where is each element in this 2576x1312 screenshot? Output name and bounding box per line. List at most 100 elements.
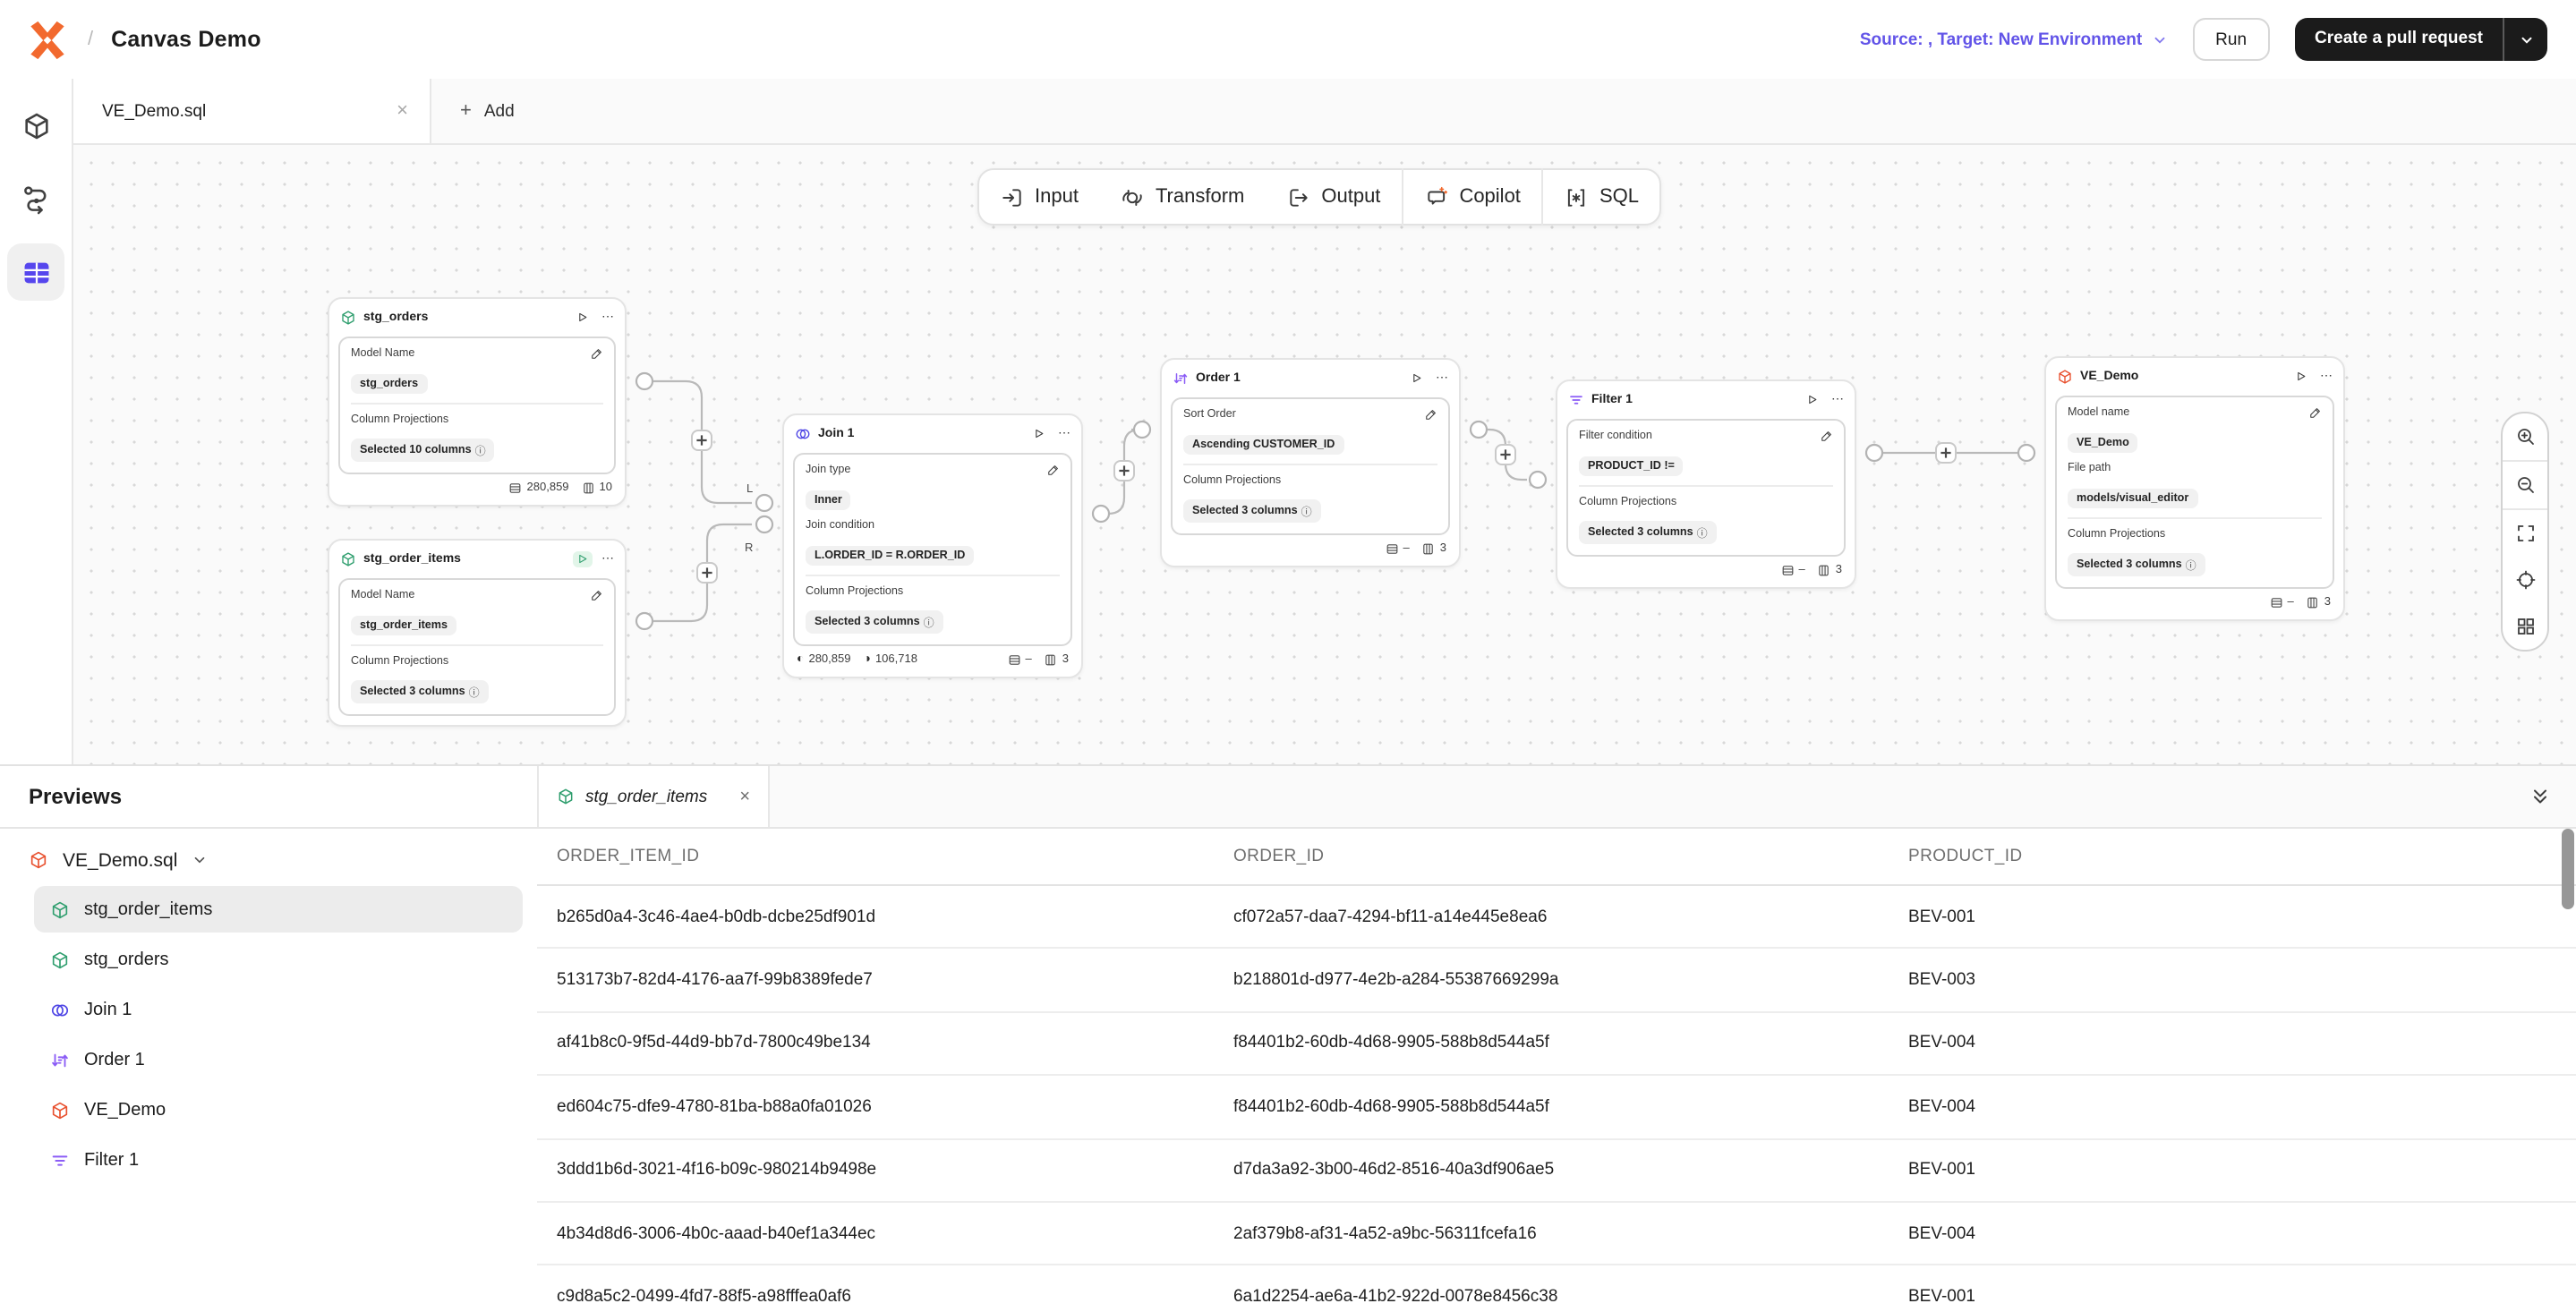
column-projections-pill[interactable]: Selected 3 columnsⓘ [2068, 553, 2205, 576]
column-header[interactable]: ORDER_ITEM_ID [557, 847, 1233, 866]
add-on-edge-button[interactable] [1114, 461, 1134, 481]
port-join-right-in[interactable] [756, 516, 772, 532]
canvas-node-order-1[interactable]: Order 1 ⋯ Sort Order Ascending CUSTOMER_… [1160, 358, 1461, 567]
preview-tab-stg-order-items[interactable]: stg_order_items × [537, 766, 770, 827]
tree-item-order-1[interactable]: Order 1 [34, 1036, 523, 1083]
tree-item-stg-orders[interactable]: stg_orders [34, 936, 523, 983]
table-row[interactable]: b265d0a4-3c46-4ae4-b0db-dcbe25df901d cf0… [537, 886, 2576, 950]
table-row[interactable]: 513173b7-82d4-4176-aa7f-99b8389fede7 b21… [537, 950, 2576, 1013]
node-menu-button[interactable]: ⋯ [2320, 371, 2333, 383]
copilot-button[interactable]: Copilot [1403, 170, 1542, 224]
run-button[interactable]: Run [2192, 18, 2270, 61]
edit-icon[interactable] [2309, 406, 2322, 419]
port-ve-demo-in[interactable] [2018, 445, 2034, 461]
tree-root-ve-demo-sql[interactable]: VE_Demo.sql [0, 838, 537, 882]
close-icon[interactable]: × [397, 100, 408, 122]
port-order-out[interactable] [1471, 422, 1487, 438]
run-node-button[interactable] [1407, 371, 1427, 387]
columns-icon [1422, 542, 1436, 556]
node-menu-button[interactable]: ⋯ [1436, 372, 1448, 385]
zoom-in-button[interactable] [2503, 413, 2547, 460]
tree-item-filter-1[interactable]: Filter 1 [34, 1137, 523, 1183]
pull-request-menu-button[interactable] [2504, 31, 2547, 47]
sort-icon [1173, 371, 1189, 387]
column-projections-pill[interactable]: Selected 3 columnsⓘ [1183, 499, 1321, 523]
sql-button[interactable]: SQL [1544, 170, 1660, 224]
canvas-node-ve-demo[interactable]: VE_Demo ⋯ Model name VE_Demo File path m… [2044, 356, 2345, 620]
node-menu-button[interactable]: ⋯ [601, 311, 614, 324]
edit-icon[interactable] [1425, 408, 1437, 421]
tree-item-join-1[interactable]: Join 1 [34, 986, 523, 1033]
filter-condition-pill[interactable]: PRODUCT_ID != [1579, 456, 1684, 476]
port-join-left-in[interactable] [756, 495, 772, 511]
add-input-node-button[interactable]: Input [979, 170, 1100, 224]
port-join-out[interactable] [1093, 506, 1109, 522]
fit-view-button[interactable] [2503, 510, 2547, 557]
add-on-edge-button[interactable] [692, 430, 712, 450]
column-projections-pill[interactable]: Selected 3 columnsⓘ [806, 610, 943, 634]
run-node-button[interactable] [573, 551, 593, 567]
edit-icon[interactable] [1821, 430, 1833, 442]
canvas-node-stg-order-items[interactable]: stg_order_items ⋯ Model Name stg_order_i… [328, 539, 627, 727]
canvas-node-join-1[interactable]: Join 1 ⋯ Join type Inner Join condition … [782, 413, 1083, 677]
column-projections-pill[interactable]: Selected 10 columnsⓘ [351, 439, 495, 462]
add-on-edge-button[interactable] [697, 563, 717, 583]
run-node-button[interactable] [1029, 426, 1049, 442]
tree-item-ve-demo[interactable]: VE_Demo [34, 1086, 523, 1133]
environment-selector[interactable]: Source: , Target: New Environment [1860, 30, 2167, 49]
model-name-pill[interactable]: stg_order_items [351, 616, 456, 635]
column-header[interactable]: PRODUCT_ID [1908, 847, 2576, 866]
join-condition-pill[interactable]: L.ORDER_ID = R.ORDER_ID [806, 546, 974, 566]
rail-models-button[interactable] [7, 97, 64, 154]
port-order-in[interactable] [1134, 422, 1150, 438]
add-tab-button[interactable]: + Add [431, 79, 543, 143]
create-pull-request-button[interactable]: Create a pull request [2295, 18, 2547, 61]
node-menu-button[interactable]: ⋯ [1058, 428, 1070, 440]
add-transform-node-button[interactable]: Transform [1100, 170, 1266, 224]
file-path-pill[interactable]: models/visual_editor [2068, 489, 2197, 508]
model-name-pill[interactable]: stg_orders [351, 374, 427, 394]
tab-ve-demo-sql[interactable]: VE_Demo.sql × [73, 79, 431, 143]
port-filter-in[interactable] [1530, 472, 1546, 488]
rail-table-preview-button[interactable] [7, 243, 64, 301]
join-type-pill[interactable]: Inner [806, 490, 851, 510]
table-row[interactable]: ed604c75-dfe9-4780-81ba-b88a0fa01026 f84… [537, 1076, 2576, 1139]
sort-order-pill[interactable]: Ascending CUSTOMER_ID [1183, 435, 1343, 455]
canvas-node-stg-orders[interactable]: stg_orders ⋯ Model Name stg_orders Colum… [328, 297, 627, 506]
table-row[interactable]: 3ddd1b6d-3021-4f16-b09c-980214b9498e d7d… [537, 1139, 2576, 1203]
table-row[interactable]: 4b34d8d6-3006-4b0c-aaad-b40ef1a344ec 2af… [537, 1203, 2576, 1266]
run-node-button[interactable] [573, 310, 593, 326]
column-header[interactable]: ORDER_ID [1233, 847, 1908, 866]
add-on-edge-button[interactable] [1936, 443, 1956, 463]
preview-data-table[interactable]: ORDER_ITEM_ID ORDER_ID PRODUCT_ID b265d0… [537, 829, 2576, 1312]
column-projections-pill[interactable]: Selected 3 columnsⓘ [1579, 521, 1717, 544]
edit-icon[interactable] [591, 347, 603, 360]
add-on-edge-button[interactable] [1496, 445, 1515, 464]
column-projections-pill[interactable]: Selected 3 columnsⓘ [351, 680, 489, 703]
zoom-out-button[interactable] [2503, 462, 2547, 508]
add-output-node-button[interactable]: Output [1266, 170, 1402, 224]
table-row[interactable]: af41b8c0-9f5d-44d9-bb7d-7800c49be134 f84… [537, 1013, 2576, 1077]
collapse-previews-button[interactable] [2529, 766, 2551, 827]
close-icon[interactable]: × [739, 787, 750, 806]
table-vertical-scrollbar[interactable] [2561, 829, 2573, 909]
tree-item-stg-order-items[interactable]: stg_order_items [34, 886, 523, 933]
run-node-button[interactable] [1803, 392, 1822, 408]
table-row[interactable]: c9d8a5c2-0499-4fd7-88f5-a98fffea0af6 6a1… [537, 1266, 2576, 1312]
node-menu-button[interactable]: ⋯ [1831, 394, 1844, 406]
canvas-node-filter-1[interactable]: Filter 1 ⋯ Filter condition PRODUCT_ID !… [1556, 379, 1856, 588]
model-name-pill[interactable]: VE_Demo [2068, 433, 2138, 453]
rail-pipeline-button[interactable] [7, 170, 64, 227]
node-menu-button[interactable]: ⋯ [601, 553, 614, 566]
center-view-button[interactable] [2503, 557, 2547, 603]
previews-tree: VE_Demo.sql stg_order_items stg_orders J… [0, 829, 537, 1312]
brand-logo-icon[interactable] [25, 17, 70, 62]
edit-icon[interactable] [591, 589, 603, 601]
layout-grid-button[interactable] [2503, 603, 2547, 650]
port-stg-orders-out[interactable] [636, 373, 653, 389]
port-filter-out[interactable] [1866, 445, 1882, 461]
port-stg-order-items-out[interactable] [636, 613, 653, 629]
table-cell: BEV-003 [1908, 970, 2576, 990]
run-node-button[interactable] [2291, 369, 2311, 385]
edit-icon[interactable] [1047, 464, 1060, 476]
